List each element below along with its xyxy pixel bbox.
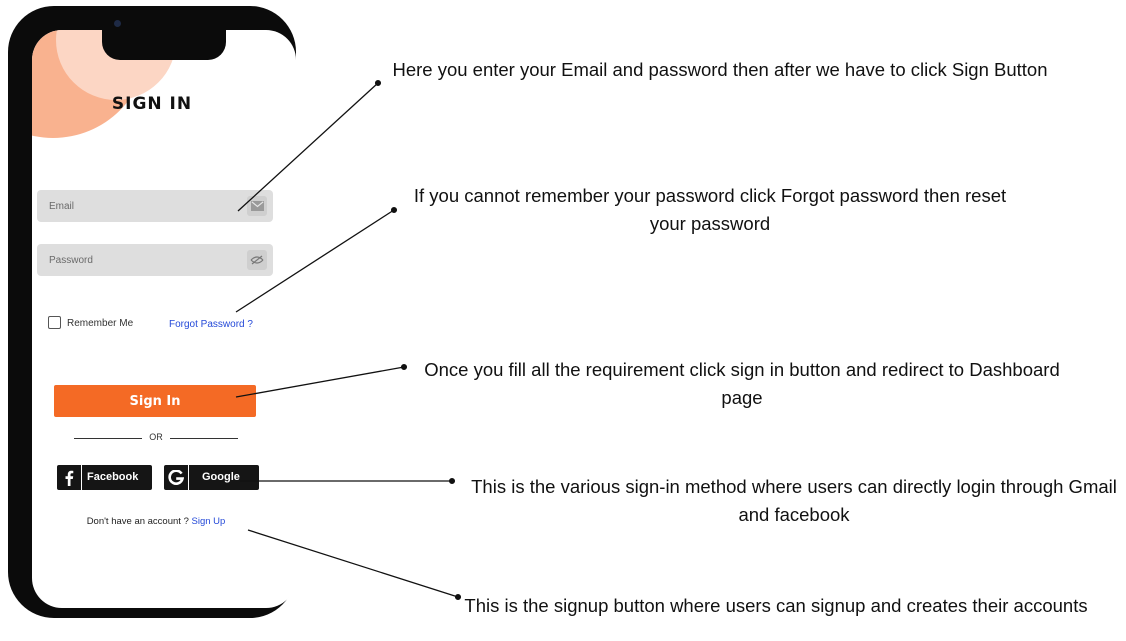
annotation-signup: This is the signup button where users ca… xyxy=(464,595,1088,616)
connector-dot xyxy=(374,79,382,87)
connector-dot xyxy=(448,477,456,485)
connector-line xyxy=(235,366,405,398)
annotation-social-methods: This is the various sign-in method where… xyxy=(471,476,1117,525)
connector-dot xyxy=(400,363,408,371)
annotation-connectors xyxy=(235,79,462,601)
connector-line xyxy=(247,529,459,598)
camera-icon xyxy=(114,20,121,27)
connector-dot xyxy=(390,206,398,214)
connector-line xyxy=(235,209,395,313)
connector-line xyxy=(237,82,379,212)
annotation-email-password: Here you enter your Email and password t… xyxy=(392,59,1048,80)
annotation-forgot-password: If you cannot remember your password cli… xyxy=(413,185,1007,234)
phone-notch xyxy=(102,12,226,60)
annotation-sign-in: Once you fill all the requirement click … xyxy=(424,359,1060,408)
